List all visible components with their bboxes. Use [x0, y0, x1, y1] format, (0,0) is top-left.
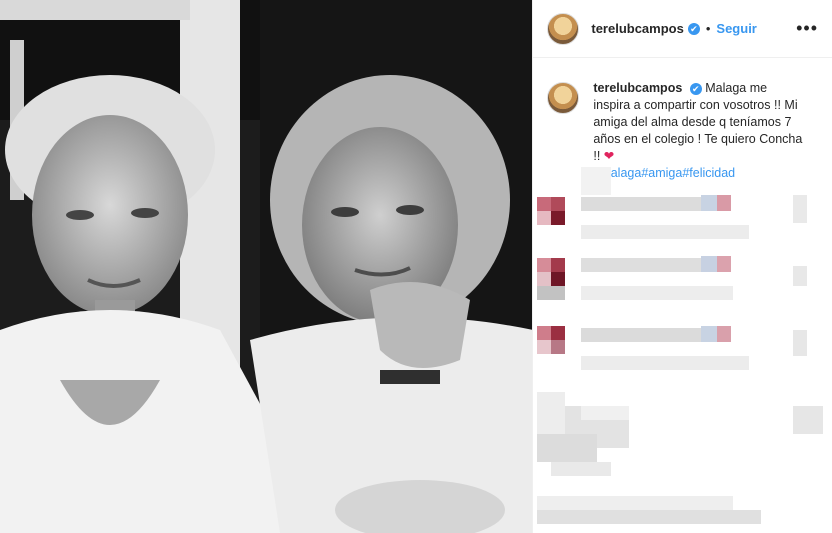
blurred-avatar: [537, 272, 552, 286]
hashtag-link[interactable]: #amiga: [641, 166, 682, 180]
blurred-block: [537, 434, 598, 462]
verified-icon: ✔: [687, 22, 700, 35]
post-header: terelubcampos ✔ • Seguir •••: [533, 0, 832, 58]
blurred-comment-text: [717, 195, 732, 211]
blurred-block: [537, 496, 734, 510]
heart-emoji: ❤: [603, 149, 615, 163]
instagram-post-view: terelubcampos ✔ • Seguir ••• terelubcamp…: [0, 0, 832, 533]
blurred-avatar: [551, 258, 566, 272]
blurred-like-icon: [793, 195, 808, 223]
blurred-avatar: [537, 340, 552, 354]
avatar-image[interactable]: [547, 12, 580, 45]
blurred-avatar: [537, 211, 552, 225]
blurred-avatar: [551, 272, 566, 286]
blurred-comment-text: [717, 326, 732, 342]
blurred-comment-meta: [581, 356, 750, 370]
blurred-comment-text: [581, 258, 718, 272]
hashtag-list: #malaga#amiga#felicidad: [593, 165, 803, 182]
blurred-like-icon: [793, 266, 808, 286]
blurred-comment-text: [717, 256, 732, 272]
blurred-block: [537, 286, 566, 300]
blurred-avatar: [551, 340, 566, 354]
caption-avatar-image[interactable]: [547, 82, 580, 114]
blurred-avatar: [537, 197, 552, 211]
caption-username[interactable]: terelubcampos: [593, 81, 682, 95]
blurred-avatar: [551, 326, 566, 340]
blurred-avatar: [551, 197, 566, 211]
header-username[interactable]: terelubcampos: [591, 21, 683, 36]
blurred-comment-text: [581, 197, 702, 211]
blurred-comment-meta: [581, 225, 750, 239]
post-sidebar: terelubcampos ✔ • Seguir ••• terelubcamp…: [532, 0, 832, 533]
blurred-avatar: [537, 326, 552, 340]
blurred-block: [581, 406, 630, 420]
blurred-avatar: [551, 211, 566, 225]
blurred-comment-text: [581, 328, 702, 342]
hashtag-link[interactable]: #felicidad: [682, 166, 735, 180]
blurred-comment-meta: [581, 286, 734, 300]
follow-button[interactable]: Seguir: [716, 21, 756, 36]
caption-verified-icon: ✔: [689, 82, 702, 95]
blurred-block: [793, 406, 824, 434]
caption-text-block: terelubcampos ✔ Malaga me inspira a comp…: [593, 80, 803, 182]
blurred-like-icon: [793, 330, 808, 356]
blurred-block: [537, 510, 762, 524]
photo-drawing: [0, 0, 533, 533]
post-caption: terelubcampos ✔ Malaga me inspira a comp…: [533, 58, 832, 182]
blurred-block: [551, 462, 612, 476]
more-options-icon[interactable]: •••: [796, 18, 818, 39]
separator-dot: •: [705, 21, 711, 36]
post-photo[interactable]: [0, 0, 533, 533]
blurred-block: [581, 167, 612, 195]
blurred-avatar: [537, 258, 552, 272]
